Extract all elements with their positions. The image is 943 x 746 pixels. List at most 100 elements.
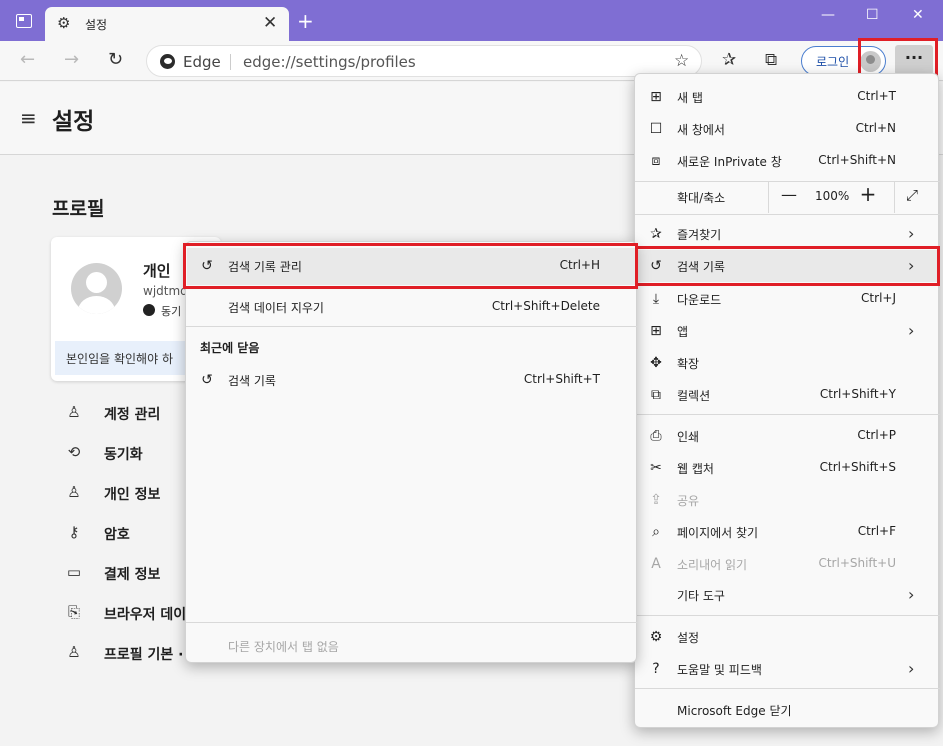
menu-label: 도움말 및 피드백: [677, 663, 762, 677]
tab-actions-icon[interactable]: [16, 14, 32, 28]
chevron-right-icon: ›: [908, 224, 915, 243]
sync-icon: ⟲: [67, 443, 81, 461]
menu-new-tab[interactable]: ⊞ 새 탭 Ctrl+T: [635, 81, 940, 113]
share-icon: ⇪: [650, 492, 662, 508]
menu-shortcut: Ctrl+T: [857, 89, 896, 103]
new-tab-icon: ⊞: [650, 89, 662, 105]
new-tab-icon[interactable]: +: [297, 11, 314, 31]
setting-label: 결제 정보: [104, 567, 161, 583]
close-window-icon[interactable]: ✕: [912, 6, 924, 24]
menu-label: 새 탭: [677, 91, 703, 105]
back-icon[interactable]: ←: [20, 49, 35, 71]
history-icon: ↺: [201, 372, 213, 388]
zoom-divider: [894, 181, 895, 213]
menu-label: 새 창에서: [677, 123, 725, 137]
history-highlight: [635, 246, 940, 286]
setting-label: 암호: [104, 527, 130, 543]
download-icon: ⤓: [652, 291, 660, 307]
menu-divider: [635, 615, 940, 616]
fullscreen-icon[interactable]: ⤢: [903, 186, 921, 204]
menu-web-capture[interactable]: ✂ 웹 캡처 Ctrl+Shift+S: [635, 452, 940, 484]
history-submenu: ↺ 검색 기록 관리 Ctrl+H 검색 데이터 지우기 Ctrl+Shift+…: [183, 241, 638, 663]
menu-shortcut: Ctrl+P: [857, 428, 896, 442]
zoom-out-icon[interactable]: —: [780, 186, 798, 204]
menu-label: 컬렉션: [677, 389, 711, 403]
menu-clear-data[interactable]: 검색 데이터 지우기 Ctrl+Shift+Delete: [186, 291, 638, 323]
menu-shortcut: Ctrl+Shift+S: [819, 460, 896, 474]
menu-label: 검색 데이터 지우기: [228, 301, 324, 315]
menu-find[interactable]: ⌕ 페이지에서 찾기 Ctrl+F: [635, 516, 940, 548]
menu-divider: [186, 326, 638, 327]
menu-label: 확대/축소: [677, 191, 726, 205]
menu-print[interactable]: ⎙ 인쇄 Ctrl+P: [635, 420, 940, 452]
profile-avatar: [71, 263, 122, 314]
menu-divider: [635, 688, 940, 689]
menu-more-tools[interactable]: 기타 도구 ›: [635, 579, 940, 611]
menu-shortcut: Ctrl+F: [857, 524, 896, 538]
find-icon: ⌕: [652, 524, 660, 540]
address-divider: [230, 54, 231, 70]
menu-share: ⇪ 공유: [635, 484, 940, 516]
person-icon: ♙: [67, 403, 81, 421]
apps-icon: ⊞: [650, 323, 662, 339]
menu-shortcut: Ctrl+J: [861, 291, 896, 305]
menu-inprivate[interactable]: ⧈ 새로운 InPrivate 창 Ctrl+Shift+N: [635, 145, 940, 177]
menu-shortcut: Ctrl+Shift+U: [818, 556, 896, 570]
menu-label: 다운로드: [677, 293, 722, 307]
profile-email: wjdtmd: [143, 284, 188, 298]
menu-apps[interactable]: ⊞ 앱 ›: [635, 315, 940, 347]
refresh-icon[interactable]: ↻: [108, 49, 123, 71]
profile-prefs-icon: ♙: [67, 643, 81, 661]
menu-label: Microsoft Edge 닫기: [677, 704, 792, 718]
title-bar: ⚙ 설정 ✕ + — ☐ ✕: [0, 0, 943, 41]
zoom-in-icon[interactable]: +: [859, 184, 877, 204]
menu-shortcut: Ctrl+Shift+Delete: [491, 299, 600, 313]
print-icon: ⎙: [650, 428, 662, 444]
edge-logo-icon: [160, 54, 175, 69]
menu-help[interactable]: ? 도움말 및 피드백 ›: [635, 653, 940, 685]
menu-shortcut: Ctrl+N: [855, 121, 896, 135]
menu-zoom: 확대/축소 — 100% + ⤢: [635, 181, 940, 213]
menu-shortcut: Ctrl+Shift+Y: [819, 387, 896, 401]
help-icon: ?: [652, 661, 660, 677]
menu-icon[interactable]: ≡: [20, 106, 37, 130]
menu-close-edge[interactable]: Microsoft Edge 닫기: [635, 694, 940, 726]
zoom-divider: [768, 181, 769, 213]
menu-label: 즐겨찾기: [677, 228, 722, 242]
menu-label: 확장: [677, 357, 700, 371]
address-bar[interactable]: Edge edge://settings/profiles ☆: [146, 45, 702, 77]
forward-icon[interactable]: →: [64, 49, 79, 71]
manage-history-highlight: [183, 243, 638, 289]
menu-label: 검색 기록: [228, 374, 276, 388]
collections-icon[interactable]: ⧉: [765, 49, 777, 71]
maximize-icon[interactable]: ☐: [866, 6, 879, 24]
menu-label: 소리내어 읽기: [677, 558, 748, 572]
menu-downloads[interactable]: ⤓ 다운로드 Ctrl+J: [635, 283, 940, 315]
section-title: 프로필: [52, 198, 105, 220]
window-icon: ☐: [649, 121, 663, 137]
inprivate-icon: ⧈: [651, 153, 661, 169]
menu-recent-history[interactable]: ↺ 검색 기록 Ctrl+Shift+T: [186, 364, 638, 396]
tab-settings[interactable]: ⚙ 설정 ✕: [45, 7, 289, 41]
page-title: 설정: [52, 109, 95, 135]
favorites-icon[interactable]: ✰: [722, 49, 736, 71]
setting-label: 브라우저 데이: [104, 607, 187, 623]
gear-icon: ⚙: [57, 14, 71, 32]
recently-closed-header: 최근에 닫음: [200, 341, 260, 355]
setting-label: 프로필 기본 ·: [104, 647, 184, 663]
menu-settings[interactable]: ⚙ 설정: [635, 621, 940, 653]
add-favorite-icon[interactable]: ☆: [674, 51, 689, 71]
close-tab-icon[interactable]: ✕: [263, 13, 277, 33]
site-label: Edge: [183, 53, 221, 71]
menu-new-window[interactable]: ☐ 새 창에서 Ctrl+N: [635, 113, 940, 145]
extensions-icon: ✥: [650, 355, 662, 371]
menu-extensions[interactable]: ✥ 확장: [635, 347, 940, 379]
menu-label: 페이지에서 찾기: [677, 526, 759, 540]
verify-banner-text: 본인임을 확인해야 하: [66, 352, 173, 366]
setting-label: 계정 관리: [104, 407, 161, 423]
menu-label: 앱: [677, 325, 689, 339]
minimize-icon[interactable]: —: [821, 6, 835, 24]
menu-collections[interactable]: ⧉ 컬렉션 Ctrl+Shift+Y: [635, 379, 940, 411]
personal-info-icon: ♙: [67, 483, 81, 501]
menu-shortcut: Ctrl+Shift+N: [818, 153, 896, 167]
